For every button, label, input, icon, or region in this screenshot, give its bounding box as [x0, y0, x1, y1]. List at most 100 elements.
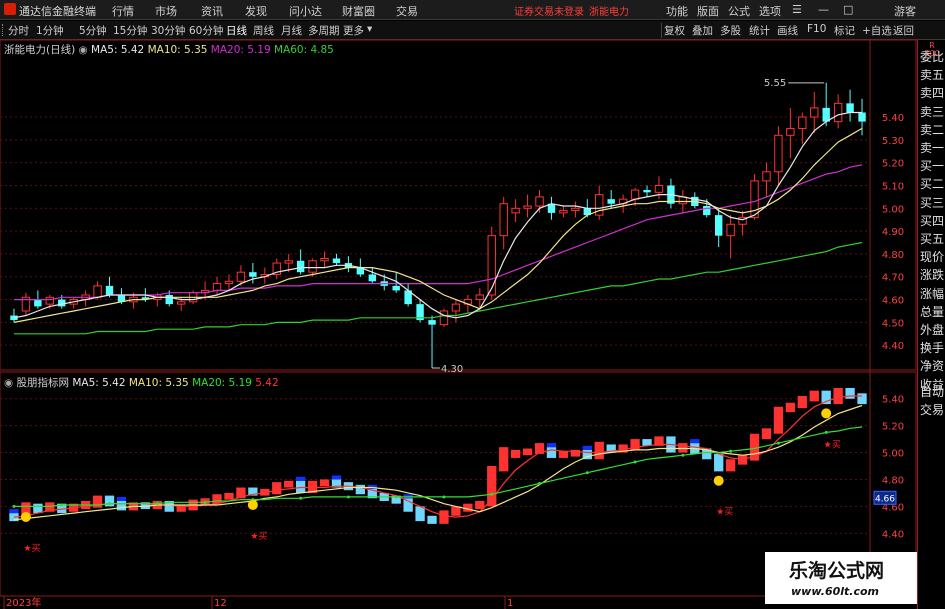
candle-body-up — [176, 301, 186, 305]
sidebar-item-12[interactable]: 涨跌 — [920, 266, 944, 283]
quote-sidebar: R 300 委比 卖五 卖四 卖三 卖二 卖一 买一 买二 买三 买四 买五 现价 涨跌 涨幅 总量 外盘 换手… — [917, 40, 945, 609]
sidebar-item-8[interactable]: 买三 — [920, 194, 944, 211]
main-ytick-label: 4.40 — [882, 341, 904, 352]
sub-block-up — [224, 492, 234, 500]
sub-block-down — [427, 515, 437, 524]
sidebar-item-13[interactable]: 涨幅 — [920, 285, 944, 302]
buy-signal-label: ★买 — [716, 507, 733, 518]
sidebar-item-6[interactable]: 买一 — [920, 157, 944, 174]
sub-block-up — [678, 443, 688, 453]
candle-body-up — [571, 207, 580, 212]
candle-body-up — [762, 171, 771, 182]
ma5-line — [13, 111, 862, 319]
sidebar-item-3[interactable]: 卖三 — [920, 103, 944, 120]
sub-green-dot — [299, 496, 303, 500]
sub-green-dot — [538, 481, 542, 485]
sub-block-down — [33, 503, 43, 514]
main-ytick-label: 5.00 — [882, 204, 904, 215]
candle-body-down — [703, 206, 711, 216]
sidebar-item-17[interactable]: 净资 — [920, 357, 944, 374]
sub-green-dot — [155, 502, 159, 506]
candle-body-up — [93, 285, 102, 298]
candle-body-up — [523, 205, 532, 209]
sidebar-item-0[interactable]: 委比 — [920, 48, 944, 65]
sub-block-down — [857, 393, 867, 405]
sub-green-dot — [346, 495, 350, 499]
sub-block-up — [785, 402, 796, 413]
sidebar-item-14[interactable]: 总量 — [920, 303, 944, 320]
sidebar-item-15[interactable]: 外盘 — [920, 321, 944, 338]
sidebar-item-4[interactable]: 卖二 — [920, 121, 944, 138]
sidebar-item-20[interactable]: 交易 — [920, 401, 944, 418]
sidebar-item-11[interactable]: 现价 — [920, 248, 944, 265]
main-ytick-label: 4.90 — [882, 227, 904, 238]
sidebar-item-1[interactable]: 卖五 — [920, 66, 944, 83]
sidebar-item-5[interactable]: 卖一 — [920, 139, 944, 156]
sub-block-up — [797, 396, 807, 409]
candle-body-up — [535, 196, 544, 207]
candle-body-up — [559, 210, 568, 214]
sub-red-line — [13, 395, 862, 518]
sub-ytick-label: 5.00 — [882, 449, 904, 460]
sub-green-dot — [203, 500, 207, 504]
sidebar-item-10[interactable]: 买五 — [920, 230, 944, 247]
candle-body-up — [284, 260, 293, 264]
candle-body-up — [774, 134, 783, 173]
sub-block-down — [642, 439, 652, 446]
sub-block-up — [558, 451, 569, 458]
main-ytick-label: 4.80 — [882, 250, 904, 261]
main-pane-frame — [0, 39, 917, 371]
candle-body-down — [607, 199, 615, 204]
candle-body-down — [34, 299, 42, 307]
main-ytick-label: 5.30 — [882, 136, 904, 147]
sub-block-up — [451, 506, 461, 516]
candle-body-up — [475, 294, 485, 301]
sub-block-down — [415, 506, 425, 522]
sub-block-blue — [403, 494, 413, 499]
sub-block-down — [403, 498, 413, 512]
candle-body-down — [368, 274, 377, 282]
candle-body-down — [643, 190, 651, 193]
sub-block-down — [714, 453, 724, 472]
candle-body-up — [499, 203, 508, 237]
sub-ytick-label: 5.20 — [882, 422, 904, 433]
sub-green-dot — [729, 449, 733, 453]
candle-body-up — [224, 280, 234, 285]
candle-body-down — [714, 215, 723, 236]
sub-block-up — [522, 448, 533, 456]
candle-body-down — [105, 285, 114, 295]
candle-body-down — [392, 285, 400, 291]
smiley-icon — [821, 408, 832, 419]
sub-block-blue — [295, 476, 306, 481]
current-value-label: 4.66 — [875, 494, 895, 504]
watermark-title: 乐淘公式网 — [789, 560, 885, 582]
candle-body-down — [428, 320, 436, 325]
sub-block-blue — [9, 509, 19, 514]
sidebar-item-2[interactable]: 卖四 — [920, 84, 944, 101]
sub-green-dot — [490, 492, 494, 496]
candle-body-up — [833, 102, 843, 123]
sub-green-dot — [442, 495, 446, 499]
sidebar-item-9[interactable]: 买四 — [920, 212, 944, 229]
kline-chart[interactable]: 5.40 5.30 5.20 5.10 5.00 4.90 4.80 4.70 4.60 4.50… — [0, 0, 945, 609]
candle-body-down — [846, 103, 854, 113]
candle-body-up — [308, 260, 317, 273]
low-price-label: 4.30 — [441, 364, 463, 375]
sidebar-item-16[interactable]: 换手 — [920, 339, 944, 356]
sub-block-down — [295, 480, 306, 493]
sub-block-up — [499, 447, 509, 472]
sub-green-dot — [60, 503, 64, 507]
candle-body-up — [45, 296, 55, 305]
sub-ytick-label: 4.40 — [882, 529, 904, 540]
sidebar-item-19[interactable]: 自动 — [920, 383, 944, 400]
sub-block-down — [546, 447, 557, 458]
sub-ytick-label: 4.80 — [882, 475, 904, 486]
main-ytick-label: 4.70 — [882, 273, 904, 284]
sub-block-up — [272, 482, 282, 495]
candle-body-up — [798, 116, 807, 129]
candle-body-down — [858, 112, 866, 122]
sub-block-up — [594, 441, 604, 460]
candle-body-up — [439, 310, 449, 326]
sub-green-dot — [12, 504, 16, 508]
sidebar-item-7[interactable]: 买二 — [920, 175, 944, 192]
